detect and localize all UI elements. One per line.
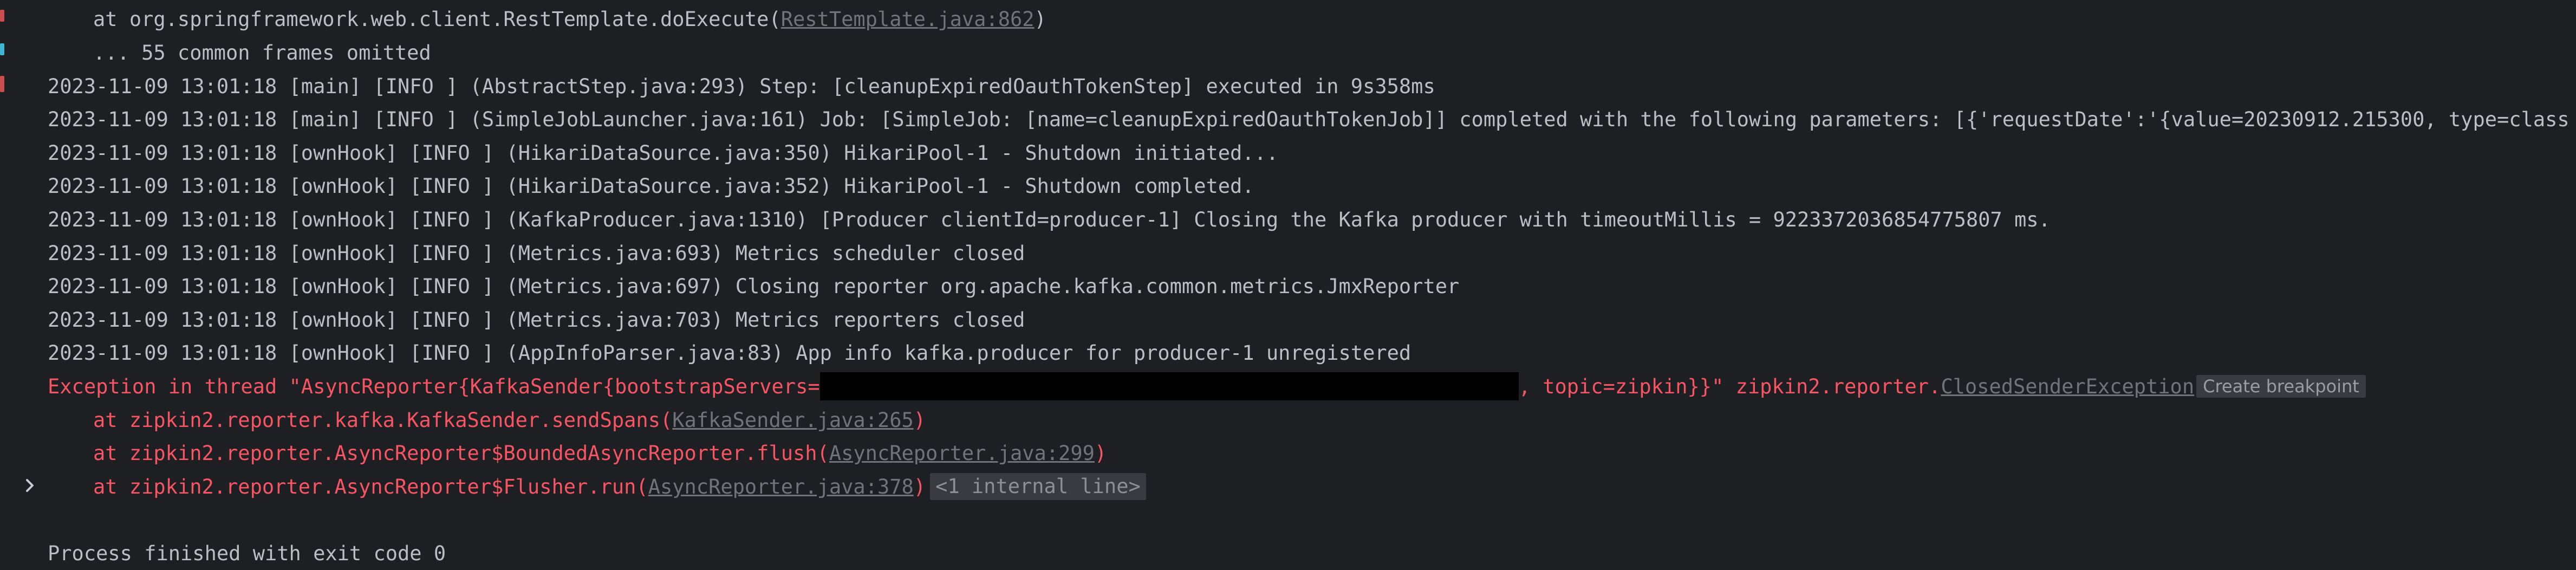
log-line: 2023-11-09 13:01:18 [main] [INFO ] (Simp… [48, 108, 2576, 131]
log-line: 2023-11-09 13:01:18 [main] [INFO ] (Abst… [48, 75, 1435, 98]
gutter-marker [0, 43, 4, 55]
log-line: 2023-11-09 13:01:18 [ownHook] [INFO ] (K… [48, 208, 2051, 231]
run-console: at org.springframework.web.client.RestTe… [0, 0, 2576, 570]
stack-frame-line: at zipkin2.reporter.AsyncReporter$Flushe… [93, 470, 1146, 504]
redacted-block [819, 372, 1519, 400]
chevron-right-icon[interactable] [21, 476, 40, 495]
internal-lines-fold[interactable]: <1 internal line> [930, 472, 1146, 500]
create-breakpoint-button[interactable]: Create breakpoint [2196, 374, 2366, 398]
process-exit-line: Process finished with exit code 0 [48, 542, 446, 565]
log-line: 2023-11-09 13:01:18 [ownHook] [INFO ] (H… [48, 141, 1279, 165]
console-gutter [0, 0, 16, 570]
log-line: 2023-11-09 13:01:18 [ownHook] [INFO ] (H… [48, 174, 1254, 198]
log-line: ... 55 common frames omitted [93, 41, 431, 64]
log-line: 2023-11-09 13:01:18 [ownHook] [INFO ] (A… [48, 341, 1411, 365]
exception-class-link[interactable]: ClosedSenderException [1941, 375, 2194, 398]
stack-frame-line: at org.springframework.web.client.RestTe… [93, 8, 1046, 31]
log-line: 2023-11-09 13:01:18 [ownHook] [INFO ] (M… [48, 308, 1025, 332]
gutter-marker [0, 76, 4, 92]
exception-line: Exception in thread "AsyncReporter{Kafka… [48, 370, 2366, 404]
stack-frame-line: at zipkin2.reporter.kafka.KafkaSender.se… [93, 409, 926, 432]
stack-frame-line: at zipkin2.reporter.AsyncReporter$Bounde… [93, 442, 1107, 465]
source-link[interactable]: AsyncReporter.java:299 [829, 442, 1095, 465]
gutter-marker [0, 10, 4, 22]
source-link[interactable]: KafkaSender.java:265 [672, 409, 914, 432]
source-link[interactable]: AsyncReporter.java:378 [648, 475, 914, 498]
log-line: 2023-11-09 13:01:18 [ownHook] [INFO ] (M… [48, 275, 1460, 298]
log-line: 2023-11-09 13:01:18 [ownHook] [INFO ] (M… [48, 242, 1025, 265]
source-link[interactable]: RestTemplate.java:862 [781, 8, 1035, 31]
